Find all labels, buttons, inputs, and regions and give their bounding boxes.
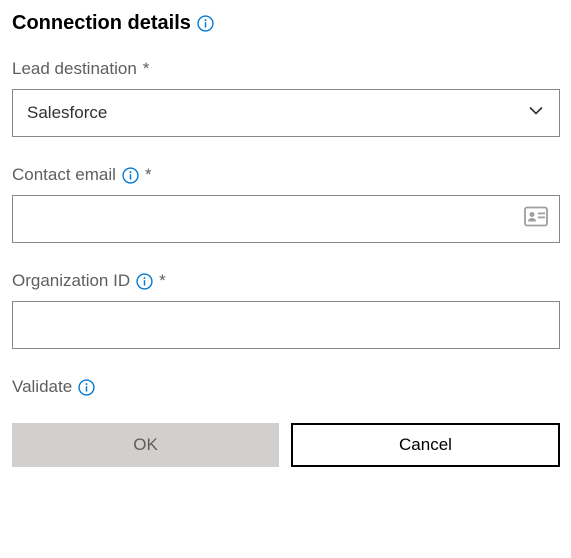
organization-id-input-wrapper — [12, 301, 560, 349]
organization-id-label: Organization ID * — [12, 271, 559, 291]
field-label-text: Organization ID — [12, 271, 130, 291]
cancel-button[interactable]: Cancel — [291, 423, 560, 467]
contact-email-label: Contact email * — [12, 165, 559, 185]
page-title: Connection details — [12, 12, 191, 35]
organization-id-input[interactable] — [12, 301, 560, 349]
select-value: Salesforce — [27, 103, 107, 123]
contact-email-field: Contact email * — [12, 165, 559, 243]
header: Connection details — [12, 12, 559, 35]
info-icon[interactable] — [136, 273, 153, 290]
contact-email-input-wrapper — [12, 195, 560, 243]
lead-destination-select[interactable]: Salesforce — [12, 89, 560, 137]
validate-link[interactable]: Validate — [12, 377, 559, 397]
required-marker: * — [159, 271, 166, 291]
contact-email-input[interactable] — [12, 195, 560, 243]
lead-destination-label: Lead destination * — [12, 59, 559, 79]
info-icon[interactable] — [78, 379, 95, 396]
ok-button[interactable]: OK — [12, 423, 279, 467]
button-row: OK Cancel — [12, 423, 560, 467]
field-label-text: Lead destination — [12, 59, 137, 79]
lead-destination-select-wrapper: Salesforce — [12, 89, 560, 137]
info-icon[interactable] — [122, 167, 139, 184]
required-marker: * — [145, 165, 152, 185]
info-icon[interactable] — [197, 15, 214, 32]
organization-id-field: Organization ID * — [12, 271, 559, 349]
field-label-text: Contact email — [12, 165, 116, 185]
lead-destination-field: Lead destination * Salesforce — [12, 59, 559, 137]
contact-card-icon — [524, 207, 548, 232]
validate-label: Validate — [12, 377, 72, 397]
required-marker: * — [143, 59, 150, 79]
